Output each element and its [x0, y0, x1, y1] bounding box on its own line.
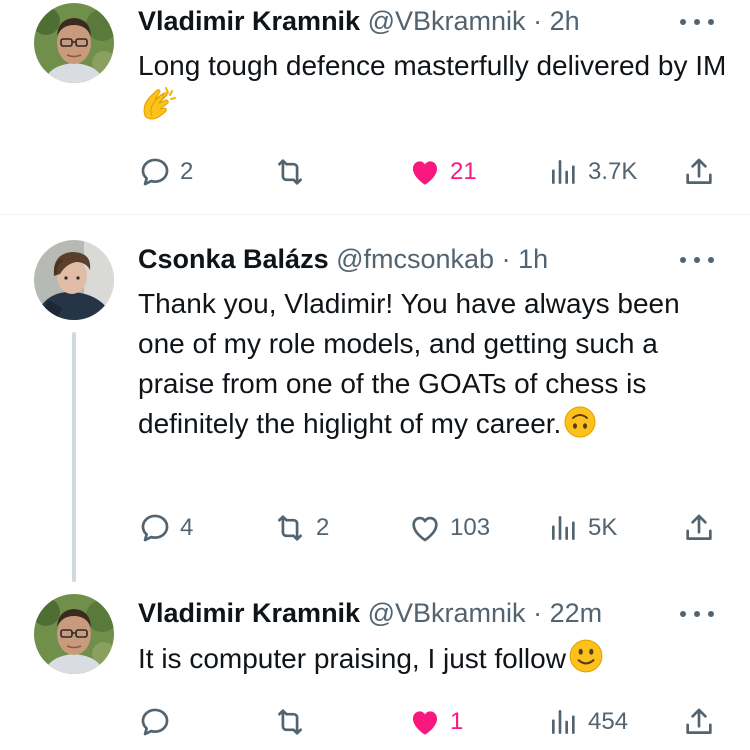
author-handle[interactable]: @VBkramnik: [368, 598, 526, 628]
views-icon: [552, 710, 575, 734]
separator: ·: [533, 6, 543, 36]
reply-button[interactable]: [138, 702, 180, 742]
reply-icon: [141, 514, 169, 542]
tweet-2-actions: 4 2 103 5K: [138, 508, 718, 548]
retweet-button[interactable]: [272, 152, 316, 192]
tweet-body: It is computer praising, I just follow: [138, 643, 566, 674]
retweet-button[interactable]: [272, 702, 316, 742]
tweet-3-actions: 1 454: [138, 702, 718, 742]
tweet-3-text: It is computer praising, I just follow: [138, 638, 728, 685]
upside-down-face-icon: [563, 405, 597, 450]
share-button[interactable]: [682, 508, 716, 548]
more-icon[interactable]: [680, 604, 714, 624]
view-count: 5K: [588, 514, 618, 541]
reply-count: 4: [180, 514, 194, 541]
tweet-body: Long tough defence masterfully delivered…: [138, 50, 727, 81]
thread-line: [72, 332, 76, 582]
timestamp[interactable]: 1h: [518, 244, 548, 274]
more-icon[interactable]: [680, 12, 714, 32]
tweet-1-text: Long tough defence masterfully delivered…: [138, 46, 728, 133]
separator: ·: [533, 598, 543, 628]
avatar-vladimir-kramnik[interactable]: [34, 3, 114, 83]
retweet-icon: [278, 709, 302, 735]
retweet-count: 2: [316, 514, 330, 541]
divider: [0, 214, 750, 215]
views-button[interactable]: 454: [548, 702, 628, 742]
share-button[interactable]: [682, 152, 716, 192]
share-icon: [686, 708, 712, 734]
author-handle[interactable]: @VBkramnik: [368, 6, 526, 36]
share-icon: [686, 158, 712, 184]
like-count: 103: [450, 514, 491, 541]
reply-button[interactable]: 4: [138, 508, 193, 548]
reply-icon: [141, 708, 169, 736]
separator: ·: [501, 244, 511, 274]
like-button[interactable]: 1: [408, 702, 463, 742]
avatar-vladimir-kramnik[interactable]: [34, 594, 114, 674]
reply-button[interactable]: 2: [138, 152, 193, 192]
avatar-csonka-balazs[interactable]: [34, 240, 114, 320]
timestamp[interactable]: 2h: [550, 6, 580, 36]
slightly-smiling-face-icon: [568, 638, 604, 685]
reply-count: 2: [180, 158, 194, 185]
like-icon: [412, 516, 438, 542]
like-icon: [412, 161, 438, 185]
share-icon: [686, 514, 712, 540]
retweet-button[interactable]: 2: [272, 508, 329, 548]
retweet-icon: [278, 515, 302, 541]
author-name[interactable]: Vladimir Kramnik: [138, 598, 360, 628]
like-button[interactable]: 21: [408, 152, 477, 192]
retweet-icon: [278, 159, 302, 185]
views-icon: [552, 516, 575, 540]
like-icon: [412, 711, 438, 735]
author-handle[interactable]: @fmcsonkab: [336, 244, 494, 274]
clapping-hands-icon: [140, 86, 178, 133]
views-button[interactable]: 5K: [548, 508, 617, 548]
tweet-2-text: Thank you, Vladimir! You have always bee…: [138, 284, 728, 450]
like-button[interactable]: 103: [408, 508, 490, 548]
views-icon: [552, 160, 575, 184]
share-button[interactable]: [682, 702, 716, 742]
tweet-2-header: Csonka Balázs @fmcsonkab · 1h: [138, 242, 548, 276]
timestamp[interactable]: 22m: [550, 598, 603, 628]
like-count: 1: [450, 708, 464, 735]
views-button[interactable]: 3.7K: [548, 152, 637, 192]
tweet-1-actions: 2 21 3.7K: [138, 152, 718, 192]
like-count: 21: [450, 158, 477, 185]
tweet-1-header: Vladimir Kramnik @VBkramnik · 2h: [138, 4, 580, 38]
view-count: 3.7K: [588, 158, 638, 185]
tweet-3-header: Vladimir Kramnik @VBkramnik · 22m: [138, 596, 602, 630]
tweet-body: Thank you, Vladimir! You have always bee…: [138, 288, 680, 439]
author-name[interactable]: Vladimir Kramnik: [138, 6, 360, 36]
more-icon[interactable]: [680, 250, 714, 270]
view-count: 454: [588, 708, 629, 735]
author-name[interactable]: Csonka Balázs: [138, 244, 329, 274]
reply-icon: [141, 158, 169, 186]
